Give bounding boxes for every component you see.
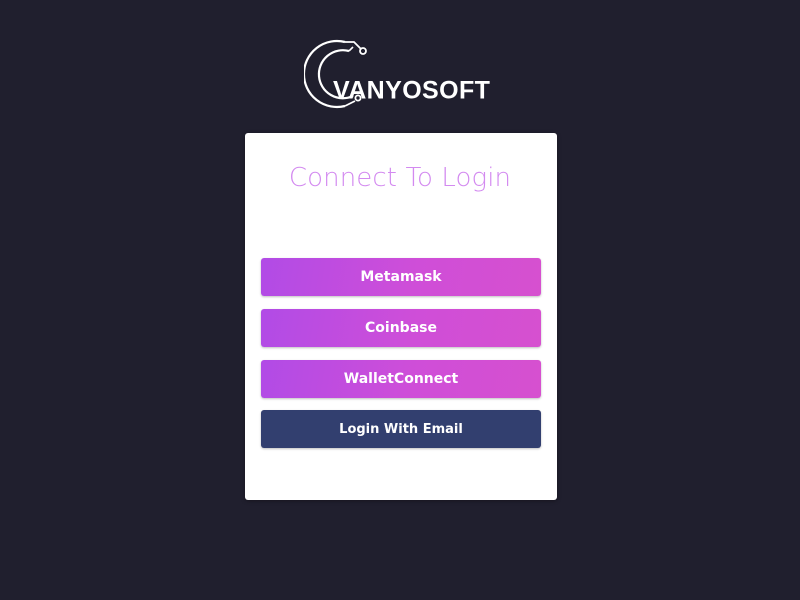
brand-logo: VANYOSOFT — [304, 38, 504, 110]
brand-name: VANYOSOFT — [333, 76, 491, 105]
login-with-email-button[interactable]: Login With Email — [261, 410, 541, 448]
metamask-button[interactable]: Metamask — [261, 258, 541, 296]
coinbase-button[interactable]: Coinbase — [261, 309, 541, 347]
walletconnect-button[interactable]: WalletConnect — [261, 360, 541, 398]
login-title: Connect To Login — [288, 163, 512, 193]
login-page: VANYOSOFT Connect To Login Metamask Coin… — [0, 0, 800, 600]
